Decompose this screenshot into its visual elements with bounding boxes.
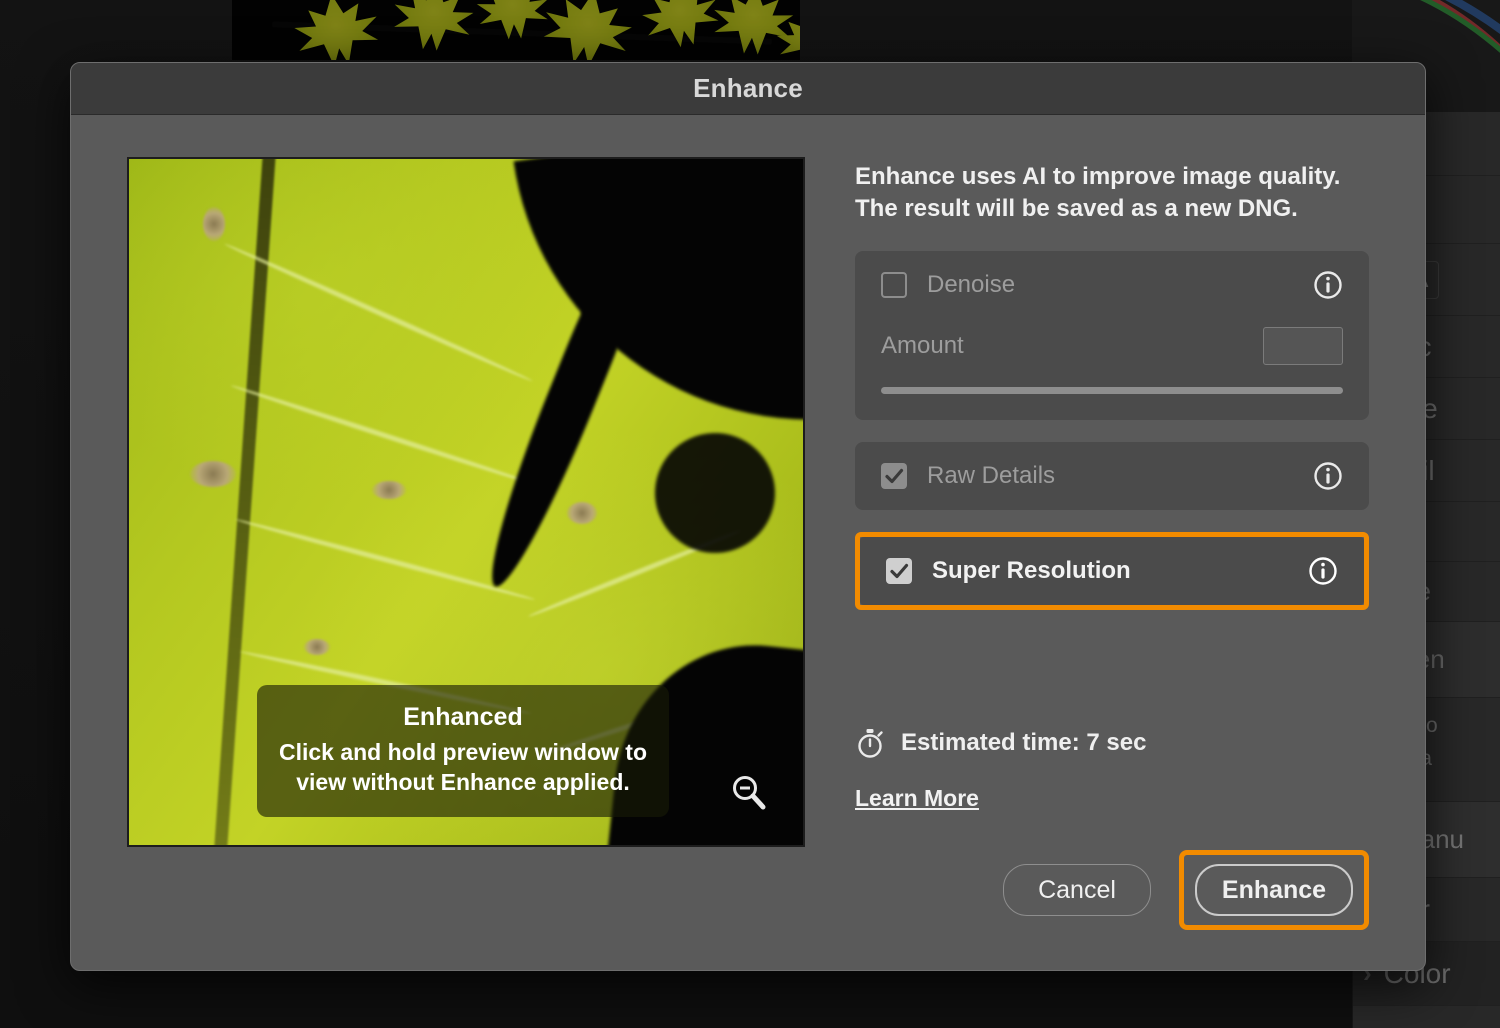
controls-column: Enhance uses AI to improve image quality…	[855, 157, 1369, 970]
enhance-button[interactable]: Enhance	[1195, 864, 1353, 916]
enhance-button-highlight: Enhance	[1179, 850, 1369, 930]
leaf-blemish	[190, 461, 236, 487]
zoom-out-icon[interactable]	[729, 773, 769, 813]
timer-icon	[855, 727, 885, 759]
enhance-description: Enhance uses AI to improve image quality…	[855, 161, 1365, 225]
denoise-amount-row[interactable]: Amount	[881, 319, 1343, 373]
denoise-amount-label: Amount	[881, 332, 964, 360]
dialog-titlebar: Enhance	[71, 63, 1425, 115]
preview-overlay-tooltip: Enhanced Click and hold preview window t…	[257, 685, 669, 817]
leaf-blemish	[203, 207, 225, 241]
enhance-dialog: Enhance	[70, 62, 1426, 971]
screen: 800 t ile A Basic Curve Detail rpen se	[0, 0, 1500, 1028]
super-resolution-checkbox[interactable]	[886, 558, 912, 584]
enhance-preview[interactable]: Enhanced Click and hold preview window t…	[127, 157, 805, 847]
estimated-time-text: Estimated time: 7 sec	[901, 729, 1146, 757]
preview-column: Enhanced Click and hold preview window t…	[127, 157, 807, 970]
super-resolution-highlight: Super Resolution	[855, 532, 1369, 610]
raw-details-label: Raw Details	[927, 462, 1313, 490]
dialog-button-row: Cancel Enhance	[855, 850, 1369, 970]
raw-details-group: Raw Details	[855, 442, 1369, 510]
raw-details-checkbox[interactable]	[881, 463, 907, 489]
super-resolution-label: Super Resolution	[932, 557, 1308, 585]
denoise-group: Denoise Amount	[855, 251, 1369, 420]
info-icon[interactable]	[1313, 461, 1343, 491]
checkmark-icon	[886, 558, 912, 584]
checkmark-icon	[881, 463, 907, 489]
preview-overlay-title: Enhanced	[271, 703, 655, 732]
denoise-option-row[interactable]: Denoise	[881, 251, 1343, 319]
info-icon[interactable]	[1308, 556, 1338, 586]
super-resolution-option-row[interactable]: Super Resolution	[886, 537, 1338, 605]
estimated-time-row: Estimated time: 7 sec	[855, 727, 1369, 759]
denoise-amount-slider[interactable]	[881, 387, 1343, 394]
leaf-blemish	[567, 502, 597, 524]
cancel-button[interactable]: Cancel	[1003, 864, 1151, 916]
dialog-body: Enhanced Click and hold preview window t…	[71, 115, 1425, 970]
denoise-checkbox[interactable]	[881, 272, 907, 298]
denoise-amount-input[interactable]	[1263, 327, 1343, 365]
preview-overlay-text: Click and hold preview window to view wi…	[271, 738, 655, 797]
dialog-title: Enhance	[693, 73, 803, 104]
super-resolution-group: Super Resolution	[860, 537, 1364, 605]
learn-more-link[interactable]: Learn More	[855, 785, 979, 812]
denoise-label: Denoise	[927, 271, 1313, 299]
info-icon[interactable]	[1313, 270, 1343, 300]
raw-details-option-row[interactable]: Raw Details	[881, 442, 1343, 510]
controls-spacer	[855, 632, 1369, 727]
